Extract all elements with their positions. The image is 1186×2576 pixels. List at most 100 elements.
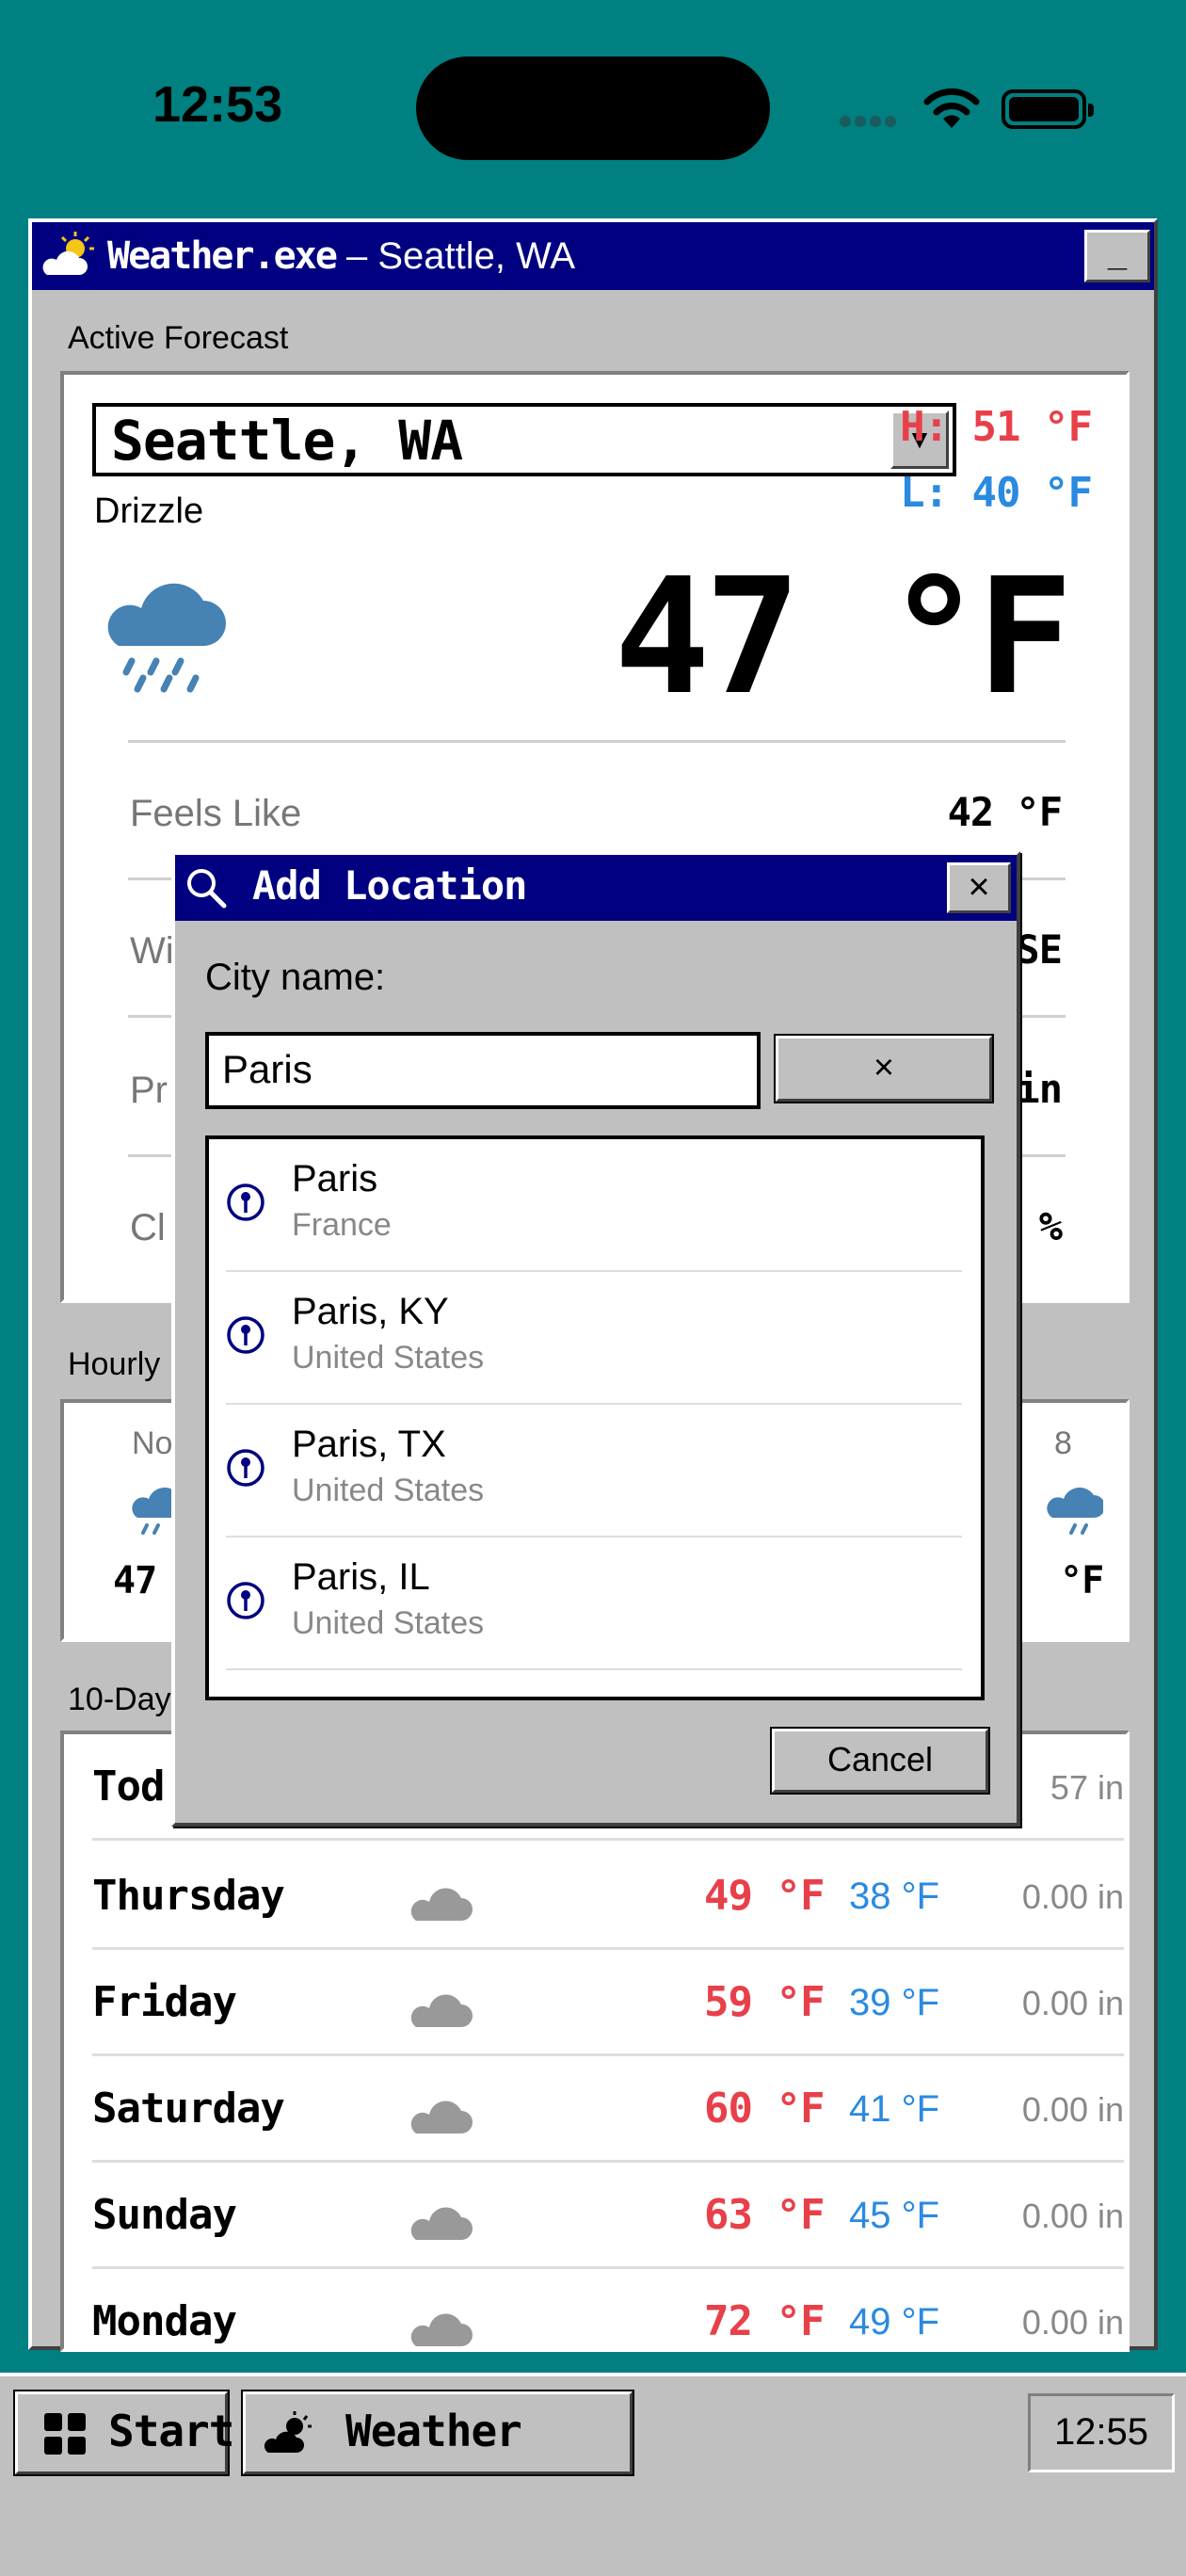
forecast-low: 45 °F <box>849 2195 940 2236</box>
current-temp: 47 °F <box>614 544 1073 731</box>
cloud-icon <box>410 1888 473 1921</box>
ten-day-label: 10-Day <box>68 1682 171 1717</box>
forecast-row[interactable]: Monday 72 °F 49 °F 0.00 in <box>92 2269 1124 2348</box>
taskbar: Start Weather 12:55 <box>0 2373 1186 2478</box>
city-dropdown-value: Seattle, WA <box>111 409 463 473</box>
location-pin-icon <box>227 1449 264 1487</box>
result-name: Paris, IL <box>292 1556 430 1598</box>
result-country: United States <box>292 1473 485 1508</box>
cloud-icon <box>410 1994 473 2027</box>
forecast-day: Monday <box>92 2297 237 2345</box>
city-search-input[interactable]: Paris <box>205 1032 761 1109</box>
forecast-low: 39 °F <box>849 1982 940 2023</box>
low-temp: L: 40 °F <box>900 469 1093 517</box>
app-name: Weather.exe <box>107 234 338 278</box>
results-list[interactable]: Paris France Paris, KY United States Par… <box>205 1135 985 1700</box>
city-dropdown[interactable]: Seattle, WA ▼ <box>92 403 956 476</box>
location-pin-icon <box>227 1582 264 1619</box>
forecast-high: 60 °F <box>704 2085 825 2133</box>
hourly-temp: °F <box>1060 1559 1104 1602</box>
forecast-precip: 0.00 in <box>1021 1877 1124 1916</box>
forecast-row[interactable]: Thursday 49 °F 38 °F 0.00 in <box>92 1843 1124 1950</box>
taskbar-clock: 12:55 <box>1028 2393 1175 2472</box>
start-label: Start <box>108 2406 234 2456</box>
dialog-titlebar[interactable]: Add Location × <box>175 855 1017 921</box>
detail-label-feels-like: Feels Like <box>130 793 302 834</box>
city-name-label: City name: <box>205 957 386 998</box>
status-time: 12:53 <box>152 76 283 133</box>
add-location-dialog: Add Location × City name: Paris × Paris … <box>171 851 1020 1827</box>
forecast-day: Saturday <box>92 2085 285 2133</box>
result-country: United States <box>292 1340 485 1376</box>
result-name: Paris, TX <box>292 1424 446 1465</box>
result-name: Paris <box>292 1158 378 1199</box>
hourly-temp: 47 <box>113 1559 157 1602</box>
location-pin-icon <box>227 1316 264 1354</box>
search-icon <box>187 869 227 909</box>
taskbar-weather-button[interactable]: Weather <box>241 2390 634 2476</box>
forecast-row[interactable]: Saturday 60 °F 41 °F 0.00 in <box>92 2056 1124 2163</box>
result-item[interactable]: Paris, KY United States <box>226 1272 962 1405</box>
cellular-signal-icon <box>840 115 904 127</box>
result-item[interactable]: Paris, TX United States <box>226 1405 962 1538</box>
detail-label-wind: Wi <box>130 930 174 972</box>
result-country: France <box>292 1207 392 1243</box>
high-temp: H: 51 °F <box>900 403 1093 451</box>
hourly-time: No <box>132 1425 173 1461</box>
result-country: United States <box>292 1605 485 1641</box>
detail-value-wind: SE <box>1016 926 1063 973</box>
clear-button[interactable]: × <box>774 1034 994 1103</box>
battery-icon <box>1002 89 1094 129</box>
cloud-icon <box>410 2101 473 2133</box>
window-location: – Seattle, WA <box>335 235 576 277</box>
forecast-day: Sunday <box>92 2191 237 2239</box>
forecast-precip: 0.00 in <box>1021 2303 1124 2342</box>
active-forecast-label: Active Forecast <box>68 320 289 356</box>
window-titlebar[interactable]: Weather.exe – Seattle, WA _ <box>32 222 1154 290</box>
forecast-high: 72 °F <box>704 2297 825 2345</box>
detail-label-precip: Pr <box>130 1070 168 1111</box>
forecast-high: 59 °F <box>704 1978 825 2026</box>
result-name: Paris, KY <box>292 1291 449 1332</box>
minimize-button[interactable]: _ <box>1084 230 1150 282</box>
dialog-title: Add Location <box>252 862 527 909</box>
home-indicator-area <box>0 2478 1186 2576</box>
start-button[interactable]: Start <box>13 2390 234 2476</box>
forecast-row[interactable]: Sunday 63 °F 45 °F 0.00 in <box>92 2163 1124 2269</box>
forecast-high: 49 °F <box>704 1872 825 1920</box>
partly-sunny-icon <box>264 2411 312 2453</box>
cloud-icon <box>410 2207 473 2240</box>
detail-label-cloud: Cl <box>130 1207 166 1248</box>
hourly-time: 8 <box>1054 1425 1072 1461</box>
cloud-rain-icon <box>1047 1487 1103 1535</box>
forecast-precip: 0.00 in <box>1021 2197 1124 2235</box>
forecast-precip: 0.00 in <box>1021 2090 1124 2129</box>
detail-value-feels-like: 42 °F <box>947 789 1063 835</box>
divider <box>128 740 1066 743</box>
forecast-precip: 57 in <box>1050 1768 1124 1807</box>
forecast-high: 63 °F <box>704 2191 825 2239</box>
cloud-rain-icon <box>107 583 226 693</box>
forecast-precip: 0.00 in <box>1021 1984 1124 2022</box>
wifi-icon <box>923 88 980 128</box>
result-item[interactable]: Paris France <box>226 1139 962 1272</box>
window-title: Weather.exe – Seattle, WA <box>107 234 575 278</box>
forecast-low: 41 °F <box>849 2088 940 2130</box>
result-item[interactable]: Paris, IL United States <box>226 1538 962 1670</box>
forecast-day: Tod <box>92 1763 165 1811</box>
taskbar-weather-label: Weather <box>345 2406 522 2456</box>
windows-logo-icon <box>44 2413 86 2455</box>
forecast-row[interactable]: Friday 59 °F 39 °F 0.00 in <box>92 1950 1124 2056</box>
close-button[interactable]: × <box>947 862 1011 913</box>
forecast-low: 49 °F <box>849 2301 940 2343</box>
cloud-icon <box>410 2313 473 2346</box>
detail-value-cloud: % <box>1038 1203 1063 1249</box>
partly-sunny-icon <box>42 232 94 275</box>
cancel-button[interactable]: Cancel <box>770 1727 990 1795</box>
forecast-day: Friday <box>92 1978 237 2026</box>
dynamic-island <box>416 56 770 160</box>
hourly-label: Hourly <box>68 1346 161 1382</box>
forecast-day: Thursday <box>92 1872 285 1920</box>
forecast-low: 38 °F <box>849 1876 940 1917</box>
detail-value-precip: in <box>1016 1066 1063 1112</box>
